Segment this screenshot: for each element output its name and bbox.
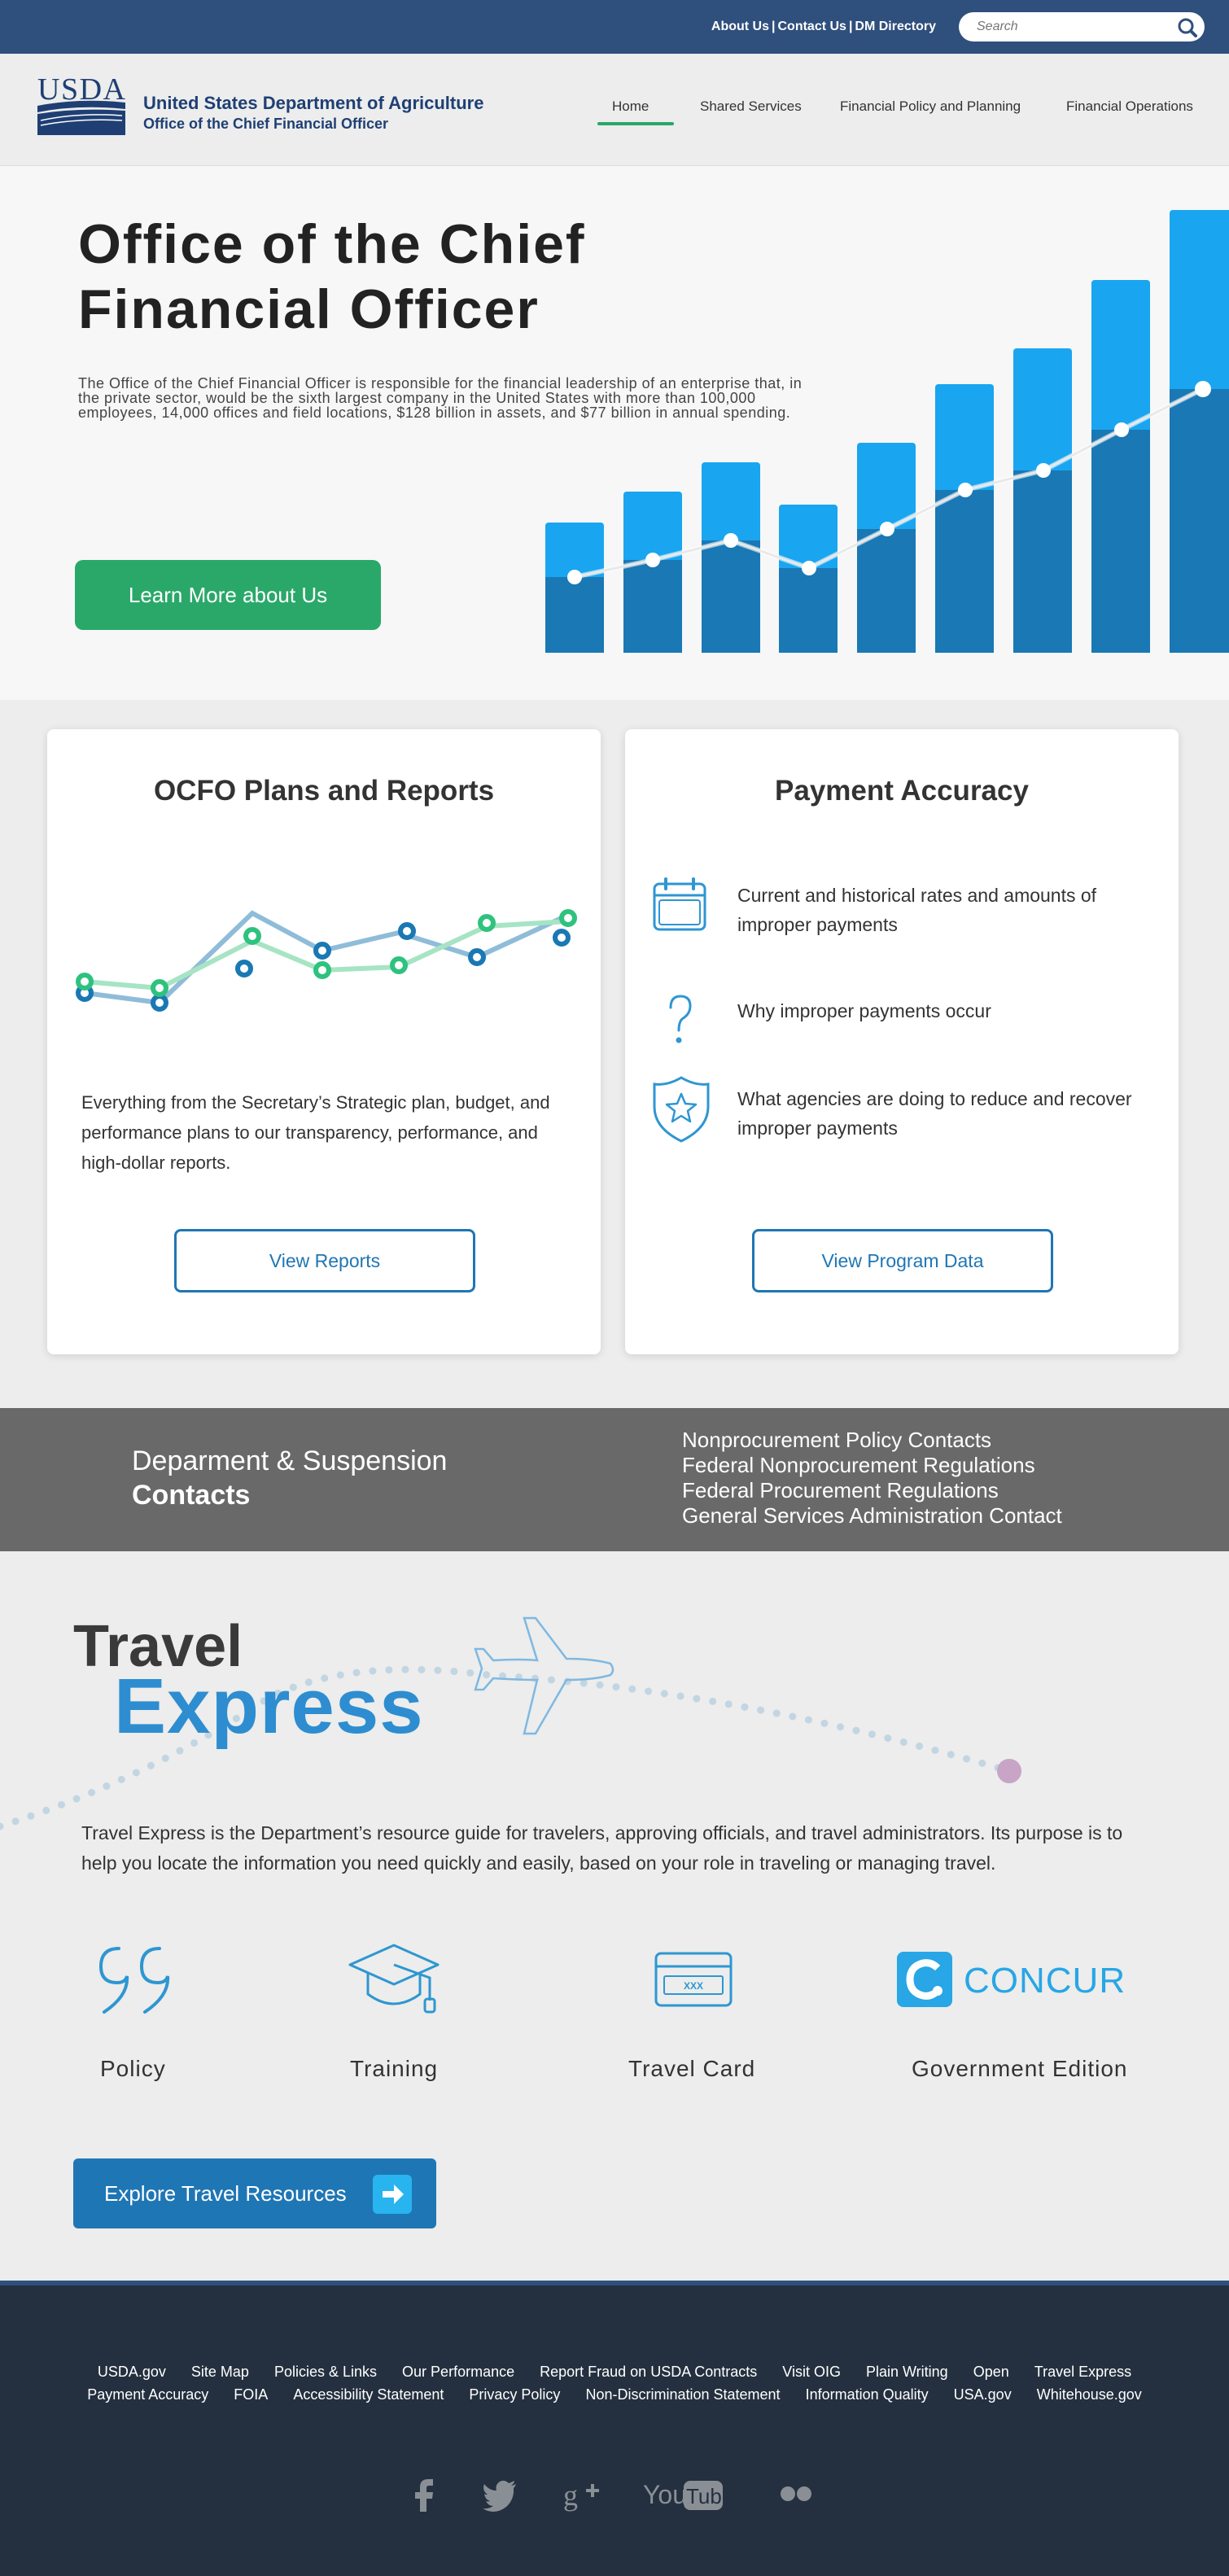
footer-link[interactable]: Plain Writing bbox=[866, 2364, 948, 2380]
about-us-link[interactable]: About Us bbox=[711, 20, 769, 33]
nav-financial-operations[interactable]: Financial Operations bbox=[1066, 98, 1193, 115]
footer-link[interactable]: Visit OIG bbox=[782, 2364, 841, 2380]
debarment-title-line1: Deparment & Suspension bbox=[132, 1445, 448, 1476]
hero-section: Office of the Chief Financial Officer Th… bbox=[0, 166, 1229, 700]
youtube-tube-text: Tube bbox=[686, 2484, 724, 2508]
youtube-you-text: You bbox=[643, 2480, 687, 2509]
footer-link[interactable]: Payment Accuracy bbox=[87, 2386, 208, 2403]
plans-card-title: OCFO Plans and Reports bbox=[153, 775, 495, 807]
policy-label[interactable]: Policy bbox=[100, 2056, 166, 2082]
search-input[interactable] bbox=[977, 19, 1172, 35]
credit-card-text: XXX bbox=[684, 1980, 703, 1992]
footer-link[interactable]: USA.gov bbox=[954, 2386, 1012, 2403]
youtube-icon[interactable]: You Tube bbox=[643, 2474, 724, 2513]
travel-intro: Travel Express is the Department’s resou… bbox=[81, 1822, 1123, 1874]
question-icon bbox=[669, 995, 692, 1043]
utility-links: About Us | Contact Us | DM Directory bbox=[711, 20, 936, 33]
federal-nonprocurement-regulations-link[interactable]: Federal Nonprocurement Regulations bbox=[682, 1453, 1062, 1478]
calendar-icon bbox=[653, 877, 706, 931]
plans-card-description: Everything from the Secretary’s Strategi… bbox=[81, 1092, 550, 1173]
site-footer: USDA.gov Site Map Policies & Links Our P… bbox=[0, 2281, 1229, 2576]
debarment-title: Deparment & Suspension Contacts bbox=[132, 1444, 447, 1512]
nav-active-indicator bbox=[597, 122, 674, 125]
footer-link[interactable]: Non-Discrimination Statement bbox=[585, 2386, 780, 2403]
nav-financial-policy[interactable]: Financial Policy and Planning bbox=[840, 98, 1021, 115]
footer-link[interactable]: Whitehouse.gov bbox=[1037, 2386, 1142, 2403]
search-icon[interactable] bbox=[1177, 17, 1198, 38]
payment-card-title: Payment Accuracy bbox=[775, 775, 1029, 807]
footer-link[interactable]: Report Fraud on USDA Contracts bbox=[540, 2364, 757, 2380]
agency-name: United States Department of Agriculture bbox=[143, 93, 484, 113]
footer-links-row-2: Payment Accuracy FOIA Accessibility Stat… bbox=[0, 2386, 1229, 2403]
svg-text:g: g bbox=[563, 2479, 578, 2512]
dm-directory-link[interactable]: DM Directory bbox=[855, 20, 936, 33]
footer-link[interactable]: Accessibility Statement bbox=[293, 2386, 444, 2403]
gsa-contact-link[interactable]: General Services Administration Contact bbox=[682, 1503, 1062, 1529]
learn-more-button[interactable]: Learn More about Us bbox=[75, 560, 381, 630]
footer-link[interactable]: Our Performance bbox=[402, 2364, 514, 2380]
footer-link[interactable]: FOIA bbox=[234, 2386, 268, 2403]
hero-title: Office of the Chief Financial Officer bbox=[78, 213, 586, 340]
flickr-icon[interactable] bbox=[778, 2474, 814, 2513]
payment-item-agencies: What agencies are doing to reduce and re… bbox=[737, 1088, 1132, 1139]
debarment-links: Nonprocurement Policy Contacts Federal N… bbox=[682, 1428, 1062, 1529]
nav-shared-services[interactable]: Shared Services bbox=[700, 98, 802, 115]
view-program-data-button[interactable]: View Program Data bbox=[752, 1229, 1053, 1292]
line-chart-illustration bbox=[76, 909, 577, 1012]
footer-link[interactable]: Information Quality bbox=[806, 2386, 929, 2403]
nonprocurement-policy-contacts-link[interactable]: Nonprocurement Policy Contacts bbox=[682, 1428, 1062, 1453]
debarment-section: Deparment & Suspension Contacts Nonprocu… bbox=[0, 1408, 1229, 1551]
payment-item-rates: Current and historical rates and amounts… bbox=[737, 885, 1097, 935]
top-bar: About Us | Contact Us | DM Directory bbox=[0, 0, 1229, 54]
google-plus-icon[interactable]: g bbox=[563, 2474, 606, 2513]
explore-travel-resources-label: Explore Travel Resources bbox=[104, 2181, 347, 2206]
search-box bbox=[959, 12, 1205, 42]
hero-description: The Office of the Chief Financial Office… bbox=[78, 375, 803, 421]
concur-logo[interactable]: CONCUR bbox=[895, 1950, 1125, 2009]
government-edition-label[interactable]: Government Edition bbox=[912, 2056, 1127, 2082]
travel-express-logo-express: Express bbox=[114, 1663, 424, 1750]
contact-us-link[interactable]: Contact Us bbox=[777, 20, 846, 33]
footer-link[interactable]: Policies & Links bbox=[274, 2364, 377, 2380]
payment-accuracy-card: Payment Accuracy Current and historical … bbox=[625, 729, 1179, 1354]
federal-procurement-regulations-link[interactable]: Federal Procurement Regulations bbox=[682, 1478, 1062, 1503]
facebook-icon[interactable] bbox=[410, 2474, 438, 2513]
usda-logo[interactable]: USDA bbox=[37, 73, 127, 135]
credit-card-icon[interactable]: XXX bbox=[653, 1950, 734, 2009]
nav-home[interactable]: Home bbox=[612, 98, 649, 115]
shield-star-icon bbox=[653, 1076, 710, 1143]
site-header: USDA United States Department of Agricul… bbox=[0, 54, 1229, 166]
graduation-cap-icon[interactable] bbox=[345, 1940, 443, 2018]
footer-link[interactable]: USDA.gov bbox=[98, 2364, 166, 2380]
footer-link[interactable]: Site Map bbox=[191, 2364, 249, 2380]
footer-link[interactable]: Privacy Policy bbox=[469, 2386, 560, 2403]
footer-links-row-1: USDA.gov Site Map Policies & Links Our P… bbox=[0, 2364, 1229, 2381]
agency-name-block: United States Department of Agriculture … bbox=[143, 93, 483, 133]
travel-card-label[interactable]: Travel Card bbox=[628, 2056, 755, 2082]
quote-icon[interactable] bbox=[96, 1944, 181, 2017]
training-label[interactable]: Training bbox=[350, 2056, 438, 2082]
concur-brand-text: CONCUR bbox=[964, 1961, 1125, 2001]
footer-link[interactable]: Travel Express bbox=[1034, 2364, 1131, 2380]
payment-item-why: Why improper payments occur bbox=[737, 1000, 991, 1021]
airplane-icon bbox=[474, 1616, 614, 1735]
twitter-icon[interactable] bbox=[482, 2474, 519, 2513]
arrow-right-icon bbox=[373, 2175, 412, 2214]
debarment-title-line2: Contacts bbox=[132, 1480, 251, 1511]
plans-reports-card: OCFO Plans and Reports Everything from t… bbox=[47, 729, 601, 1354]
office-name: Office of the Chief Financial Officer bbox=[143, 116, 389, 132]
footer-link[interactable]: Open bbox=[973, 2364, 1009, 2380]
travel-express-section: Travel Express Travel Express is the Dep… bbox=[0, 1551, 1229, 2281]
view-reports-button[interactable]: View Reports bbox=[174, 1229, 475, 1292]
explore-travel-resources-button[interactable]: Explore Travel Resources bbox=[73, 2158, 436, 2228]
